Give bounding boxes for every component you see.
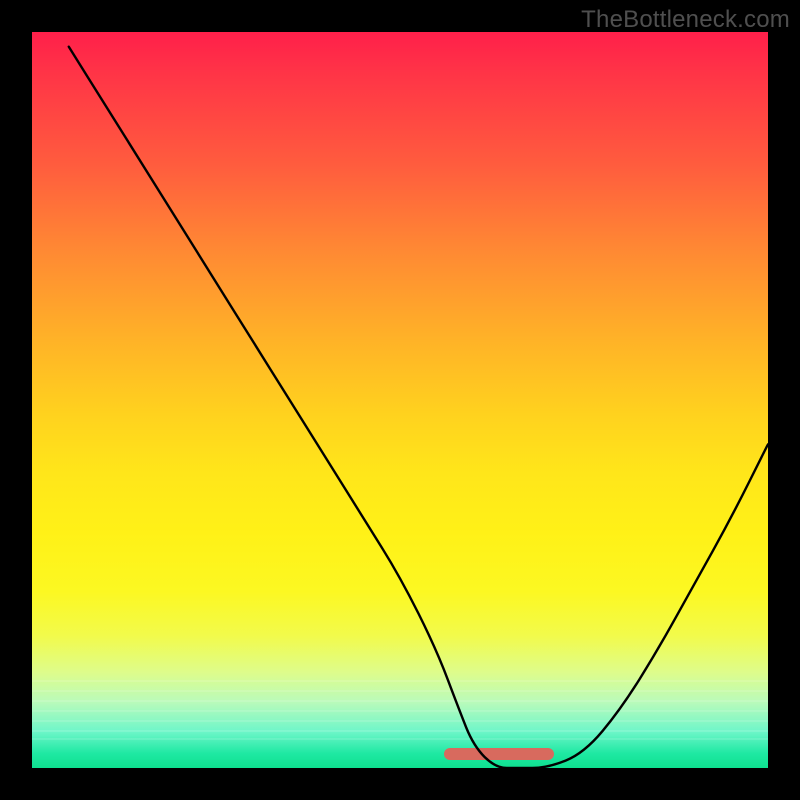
watermark-text: TheBottleneck.com xyxy=(581,6,790,34)
bottleneck-curve xyxy=(32,32,768,768)
plot-area xyxy=(32,32,768,768)
chart-frame: TheBottleneck.com xyxy=(0,0,800,800)
